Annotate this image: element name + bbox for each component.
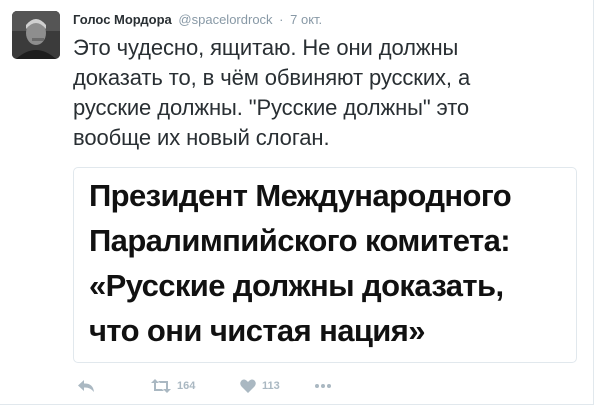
- tweet-header: Голос Мордора @spacelordrock · 7 окт.: [73, 12, 322, 28]
- like-count: 113: [262, 380, 280, 392]
- header-separator: ·: [279, 12, 284, 27]
- reply-icon: [78, 380, 94, 392]
- tweet: Голос Мордора @spacelordrock · 7 окт. Эт…: [0, 0, 594, 405]
- more-icon: [315, 384, 331, 388]
- tweet-text-line: Это чудесно, ящитаю. Не они должны: [73, 35, 459, 60]
- avatar-photo: [12, 11, 60, 59]
- media-text-line: что они чистая нация»: [89, 313, 425, 348]
- author-handle[interactable]: @spacelordrock: [178, 12, 272, 27]
- tweet-text-line: русские должны. "Русские должны" это: [73, 95, 470, 120]
- media-text-line: «Русские должны доказать,: [89, 268, 504, 303]
- retweet-icon: [151, 379, 171, 393]
- tweet-timestamp[interactable]: 7 окт.: [290, 12, 322, 27]
- media-text-line: Президент Международного: [89, 178, 512, 213]
- avatar[interactable]: [12, 11, 60, 59]
- media-text-line: Паралимпийского комитета:: [89, 223, 511, 258]
- tweet-text-line: вообще их новый слоган.: [73, 125, 330, 150]
- heart-icon: [240, 379, 256, 393]
- tweet-text: Это чудесно, ящитаю. Не они должны доказ…: [73, 33, 573, 153]
- retweet-count: 164: [177, 380, 196, 392]
- retweet-button[interactable]: 164: [151, 376, 195, 396]
- author-display-name[interactable]: Голос Мордора: [73, 12, 172, 27]
- more-button[interactable]: [314, 376, 332, 396]
- tweet-text-line: доказать то, в чём обвиняют русских, а: [73, 65, 471, 90]
- like-button[interactable]: 113: [240, 376, 280, 396]
- reply-button[interactable]: [77, 376, 95, 396]
- media-image[interactable]: Президент Международного Паралимпийского…: [73, 167, 577, 363]
